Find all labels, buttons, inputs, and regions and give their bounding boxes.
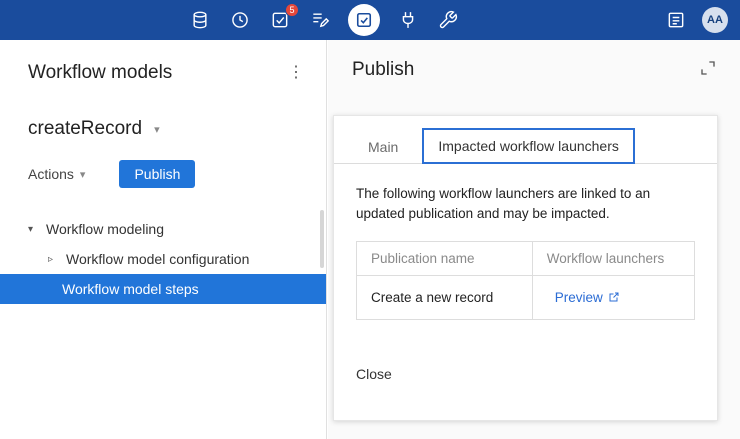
- tree-item-workflow-modeling[interactable]: ▾ Workflow modeling: [0, 214, 326, 244]
- column-header-workflow-launchers: Workflow launchers: [531, 240, 696, 276]
- preview-link[interactable]: Preview: [547, 290, 620, 305]
- notification-badge: 5: [285, 3, 299, 17]
- impact-description: The following workflow launchers are lin…: [356, 186, 651, 222]
- tree-item-workflow-model-steps[interactable]: Workflow model steps: [0, 274, 326, 304]
- actions-label: Actions: [28, 166, 74, 182]
- tree-item-label: Workflow model configuration: [66, 251, 250, 267]
- table-row: Create a new record Preview: [356, 274, 696, 320]
- chevron-down-icon: ▾: [79, 168, 86, 181]
- activity-feed-icon[interactable]: [664, 8, 688, 32]
- tree-item-label: Workflow model steps: [62, 281, 199, 297]
- topbar-icon-group: 5: [188, 0, 460, 40]
- workflow-tree: ▾ Workflow modeling ▹ Workflow model con…: [0, 214, 326, 304]
- checklist-icon[interactable]: [348, 4, 380, 36]
- table-header-row: Publication name Workflow launchers: [356, 240, 696, 276]
- page-title: Publish: [352, 58, 415, 80]
- tasks-icon[interactable]: 5: [268, 3, 299, 32]
- actions-dropdown[interactable]: Actions ▾: [28, 166, 85, 182]
- publish-dialog: Main Impacted workflow launchers The fol…: [333, 115, 718, 421]
- avatar[interactable]: AA: [702, 7, 728, 33]
- wrench-icon[interactable]: [436, 8, 460, 32]
- tab-bar: Main Impacted workflow launchers: [334, 116, 717, 164]
- publish-button[interactable]: Publish: [119, 160, 196, 188]
- chevron-down-icon[interactable]: ▾: [154, 123, 160, 136]
- panel-title: Workflow models: [28, 62, 173, 83]
- tree-item-workflow-model-configuration[interactable]: ▹ Workflow model configuration: [0, 244, 326, 274]
- clock-icon[interactable]: [228, 8, 252, 32]
- publish-panel: Publish Main Impacted workflow launchers…: [328, 40, 740, 439]
- plug-icon[interactable]: [396, 8, 420, 32]
- left-panel: Workflow models ⋮ createRecord ▾ Actions…: [0, 40, 327, 439]
- topbar-right-group: AA: [664, 0, 728, 40]
- database-icon[interactable]: [188, 8, 212, 32]
- topbar: 5 AA: [0, 0, 740, 40]
- model-name: createRecord: [28, 118, 143, 139]
- audit-icon[interactable]: [308, 8, 332, 32]
- external-link-icon: [609, 292, 619, 302]
- preview-link-label: Preview: [554, 289, 603, 305]
- tab-impacted-workflow-launchers[interactable]: Impacted workflow launchers: [422, 128, 635, 164]
- launchers-table: Publication name Workflow launchers Crea…: [356, 240, 696, 320]
- publication-name-cell: Create a new record: [356, 274, 533, 320]
- scrollbar-thumb[interactable]: [320, 210, 324, 268]
- tree-item-label: Workflow modeling: [46, 221, 165, 237]
- tab-main[interactable]: Main: [356, 131, 410, 163]
- expand-icon[interactable]: [698, 58, 718, 81]
- column-header-publication-name: Publication name: [356, 240, 533, 276]
- close-button[interactable]: Close: [356, 366, 392, 382]
- kebab-menu-icon[interactable]: ⋮: [288, 65, 304, 81]
- workflow-launcher-cell: Preview: [531, 274, 696, 320]
- caret-down-icon[interactable]: ▾: [28, 224, 38, 235]
- caret-right-icon[interactable]: ▹: [48, 254, 58, 265]
